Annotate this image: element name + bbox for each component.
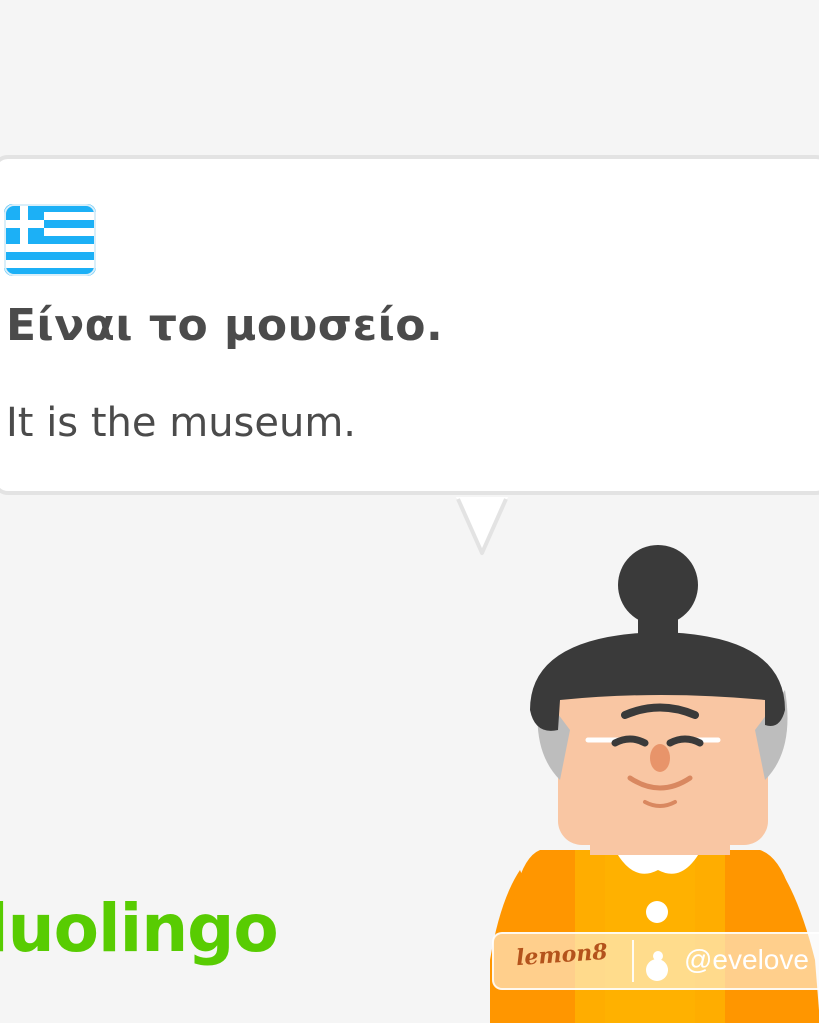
greek-flag-icon [4,204,96,276]
user-icon [648,951,668,971]
watermark-username: @evelove [646,944,809,976]
username-text: @evelove [684,944,809,975]
lemon8-watermark: lemon8 @evelove [492,932,819,990]
duolingo-logo: luolingo [0,890,279,967]
watermark-divider [632,940,634,982]
lemon8-logo: lemon8 [515,938,609,972]
greek-phrase: Είναι το μουσείο. [6,300,444,351]
english-translation: It is the museum. [6,400,357,446]
